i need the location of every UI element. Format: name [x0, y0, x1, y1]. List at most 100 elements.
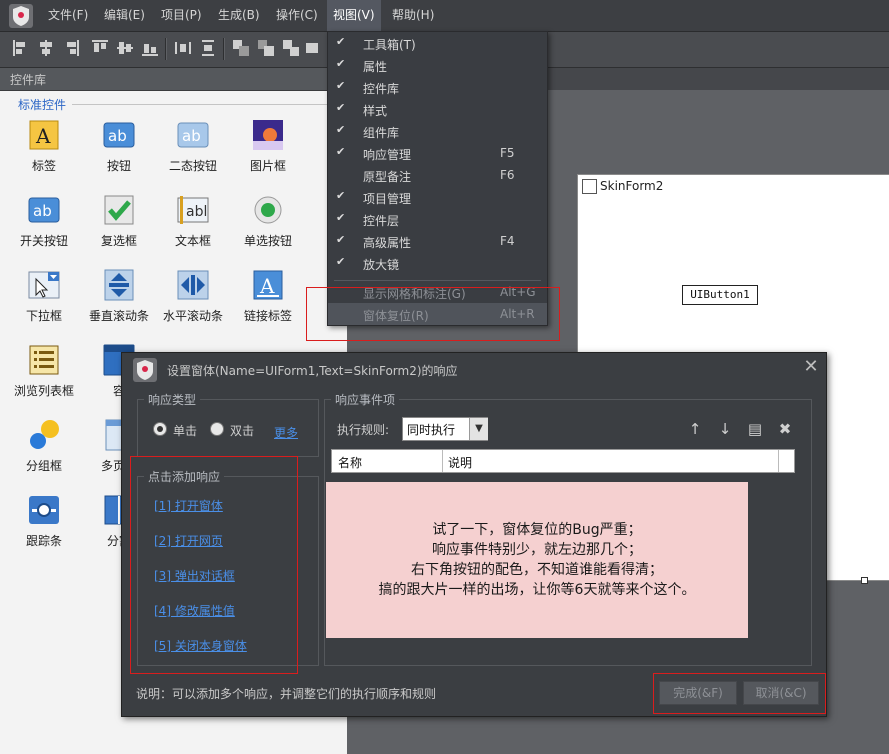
send-back-icon[interactable] — [258, 40, 274, 56]
menu-view[interactable]: 视图(V) — [327, 0, 381, 31]
highlight-frame — [130, 456, 298, 674]
menu-item-response-manager[interactable]: ✔ 响应管理 F5 — [328, 142, 547, 164]
rule-select[interactable]: 同时执行 ▼ — [402, 417, 488, 441]
check-icon: ✔ — [336, 233, 346, 246]
menu-item-control-library[interactable]: ✔ 控件库 — [328, 76, 547, 98]
menu-operation[interactable]: 操作(C) — [270, 0, 324, 31]
menu-item-label: 属性 — [363, 60, 388, 74]
ctrl-textbox[interactable]: abl 文本框 — [157, 194, 229, 254]
app-logo-icon[interactable] — [8, 3, 34, 29]
ctrl-switch-button[interactable]: ab 开关按钮 — [8, 194, 80, 254]
check-icon: ✔ — [336, 57, 346, 70]
check-icon: ✔ — [336, 35, 346, 48]
menu-item-prototype-notes[interactable]: 原型备注 F6 — [328, 164, 547, 186]
menu-item-label: 组件库 — [363, 126, 400, 140]
menu-item-label: 样式 — [363, 104, 388, 118]
menu-item-component-library[interactable]: ✔ 组件库 — [328, 120, 547, 142]
resize-handle[interactable] — [861, 577, 868, 584]
response-events-legend: 响应事件项 — [331, 391, 400, 408]
ctrl-link-label[interactable]: A 链接标签 — [232, 269, 304, 329]
ctrl-hscrollbar[interactable]: 水平滚动条 — [157, 269, 229, 329]
menu-item-label: 高级属性 — [363, 236, 412, 250]
ctrl-dropdown[interactable]: 下拉框 — [8, 269, 80, 329]
bring-front-icon[interactable] — [233, 40, 249, 56]
radio-single-click-label: 单击 — [173, 424, 198, 438]
ctrl-hscrollbar-text: 水平滚动条 — [162, 309, 223, 323]
distribute-vertical-icon[interactable] — [200, 40, 216, 56]
menu-bar: 文件(F) 编辑(E) 项目(P) 生成(B) 操作(C) 视图(V) 帮助(H… — [0, 0, 889, 32]
delete-icon[interactable]: ✖ — [776, 420, 794, 438]
radio-double-click[interactable] — [210, 422, 224, 436]
bring-forward-icon[interactable] — [283, 40, 299, 56]
check-icon: ✔ — [336, 101, 346, 114]
send-backward-icon[interactable] — [306, 40, 322, 56]
check-icon: ✔ — [336, 79, 346, 92]
ctrl-checkbox[interactable]: 复选框 — [83, 194, 155, 254]
ctrl-toggle-button[interactable]: ab 二态按钮 — [157, 119, 229, 179]
ctrl-button[interactable]: ab 按钮 — [83, 119, 155, 179]
ctrl-group-box-text: 分组框 — [25, 459, 62, 473]
menu-build[interactable]: 生成(B) — [212, 0, 266, 31]
close-icon[interactable]: ✕ — [801, 357, 821, 377]
svg-text:ab: ab — [108, 127, 127, 145]
dropdown-icon — [28, 271, 60, 299]
annotation-note: 试了一下，窗体复位的Bug严重； 响应事件特别少，就左边那几个； 右下角按钮的配… — [326, 482, 748, 638]
menu-item-advanced-properties[interactable]: ✔ 高级属性 F4 — [328, 230, 547, 252]
svg-text:ab: ab — [182, 127, 201, 145]
align-right-icon[interactable] — [63, 40, 79, 56]
svg-text:A: A — [259, 274, 275, 298]
highlight-frame — [653, 673, 826, 714]
column-name[interactable]: 名称 — [338, 454, 362, 471]
menu-item-toolbox[interactable]: ✔ 工具箱(T) — [328, 32, 547, 54]
checkbox-icon — [104, 195, 134, 225]
toolbar-separator — [223, 38, 225, 60]
ui-button1[interactable]: UIButton1 — [682, 285, 758, 305]
align-middle-icon[interactable] — [117, 40, 133, 56]
more-link[interactable]: 更多 — [274, 424, 298, 441]
ctrl-dropdown-text: 下拉框 — [25, 309, 62, 323]
rule-select-value: 同时执行 — [407, 423, 456, 437]
dialog-description: 说明：可以添加多个响应，并调整它们的执行顺序和规则 — [136, 687, 437, 701]
menu-item-label: 响应管理 — [363, 148, 412, 162]
ctrl-radio-button-text: 单选按钮 — [243, 234, 292, 248]
dialog-title: 设置窗体(Name=UIForm1,Text=SkinForm2)的响应 — [167, 364, 458, 378]
ctrl-checkbox-text: 复选框 — [100, 234, 137, 248]
distribute-horizontal-icon[interactable] — [175, 40, 191, 56]
align-bottom-icon[interactable] — [142, 40, 158, 56]
ctrl-vscrollbar[interactable]: 垂直滚动条 — [83, 269, 155, 329]
edit-icon[interactable]: ▤ — [746, 420, 764, 438]
align-center-icon[interactable] — [38, 40, 54, 56]
ctrl-vscrollbar-text: 垂直滚动条 — [88, 309, 149, 323]
dialog-app-icon — [133, 358, 157, 382]
menu-item-project-manager[interactable]: ✔ 项目管理 — [328, 186, 547, 208]
menu-item-style[interactable]: ✔ 样式 — [328, 98, 547, 120]
panel-group-label: 标准控件 — [18, 98, 67, 112]
event-grid-header: 名称 说明 — [331, 449, 795, 473]
menu-file[interactable]: 文件(F) — [42, 0, 94, 31]
textbox-icon: abl — [177, 196, 209, 224]
move-down-icon[interactable]: ↓ — [716, 420, 734, 438]
menu-item-magnifier[interactable]: ✔ 放大镜 — [328, 252, 547, 274]
align-left-icon[interactable] — [13, 40, 29, 56]
ctrl-listview[interactable]: 浏览列表框 — [8, 344, 80, 404]
align-top-icon[interactable] — [92, 40, 108, 56]
ctrl-group-box[interactable]: 分组框 — [8, 419, 80, 479]
menu-item-shortcut: F4 — [500, 234, 515, 248]
skin-form-title: SkinForm2 — [600, 179, 664, 193]
chevron-down-icon: ▼ — [469, 418, 488, 440]
ctrl-radio-button[interactable]: 单选按钮 — [232, 194, 304, 254]
ctrl-listview-text: 浏览列表框 — [13, 384, 74, 398]
ctrl-trackbar[interactable]: 跟踪条 — [8, 494, 80, 554]
column-description[interactable]: 说明 — [448, 454, 472, 471]
menu-item-control-layer[interactable]: ✔ 控件层 — [328, 208, 547, 230]
radio-single-click[interactable] — [153, 422, 167, 436]
menu-help[interactable]: 帮助(H) — [386, 0, 440, 31]
menu-project[interactable]: 项目(P) — [155, 0, 208, 31]
menu-item-properties[interactable]: ✔ 属性 — [328, 54, 547, 76]
ctrl-picture-box[interactable]: 图片框 — [232, 119, 304, 179]
menu-edit[interactable]: 编辑(E) — [98, 0, 151, 31]
move-up-icon[interactable]: ↑ — [686, 420, 704, 438]
skin-form-checkbox[interactable] — [582, 179, 597, 194]
column-divider — [778, 450, 779, 472]
ctrl-label[interactable]: A 标签 — [8, 119, 80, 179]
